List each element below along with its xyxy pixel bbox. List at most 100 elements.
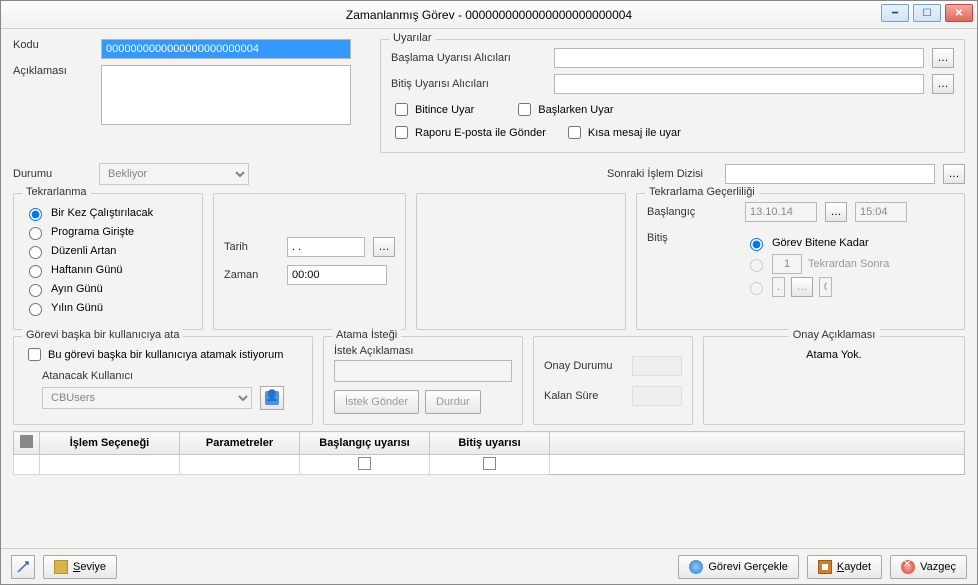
code-desc-panel: Kodu Açıklaması xyxy=(13,39,368,153)
zaman-label: Zaman xyxy=(224,269,279,281)
radio-gorev-bitene[interactable]: Görev Bitene Kadar xyxy=(745,235,954,251)
execute-icon xyxy=(689,560,703,574)
level-icon xyxy=(54,560,68,574)
baslama-picker-button[interactable]: … xyxy=(932,48,954,68)
atama-chk[interactable]: Bu görevi başka bir kullanıcıya atamak i… xyxy=(24,345,302,364)
durumu-label: Durumu xyxy=(13,168,91,180)
gecerlilik-legend: Tekrarlama Geçerliliği xyxy=(645,186,759,198)
onay-aciklama-text: Atama Yok. xyxy=(714,345,954,361)
radio-tekrardan-sonra[interactable]: Tekrardan Sonra xyxy=(745,254,954,274)
maximize-button[interactable]: ☐ xyxy=(913,4,941,22)
onay-aciklama-fieldset: Onay Açıklaması Atama Yok. xyxy=(703,336,965,425)
durdur-button[interactable]: Durdur xyxy=(425,390,481,414)
user-picker-button[interactable] xyxy=(260,386,284,410)
col-param[interactable]: Parametreler xyxy=(180,432,300,455)
kaydet-button[interactable]: Kaydet xyxy=(807,555,882,579)
close-icon: ✕ xyxy=(955,8,963,19)
save-icon xyxy=(818,560,832,574)
atama-fieldset: Görevi başka bir kullanıcıya ata Bu göre… xyxy=(13,336,313,425)
bitis-picker-button[interactable]: … xyxy=(932,74,954,94)
baslama-uyarisi-input[interactable] xyxy=(554,48,924,68)
tarih-input[interactable] xyxy=(287,237,365,257)
close-button[interactable]: ✕ xyxy=(945,4,973,22)
col-islem[interactable]: İşlem Seçeneği xyxy=(40,432,180,455)
footer-toolbar: SSeviyeeviye Görevi Gerçekle Kaydet Vazg… xyxy=(1,548,977,584)
gecerlilik-baslangic-time[interactable] xyxy=(855,202,907,222)
aciklama-label: Açıklaması xyxy=(13,65,93,77)
table-row[interactable] xyxy=(14,455,965,475)
radio-programa[interactable]: Programa Girişte xyxy=(24,224,192,240)
minimize-button[interactable]: ━ xyxy=(881,4,909,22)
cancel-icon xyxy=(901,560,915,574)
kalan-sure-value xyxy=(632,386,682,406)
gecerlilik-bitis-label: Bitiş xyxy=(647,232,737,244)
istek-aciklama-input[interactable] xyxy=(334,360,512,382)
bitis-date-input[interactable] xyxy=(772,277,785,297)
onay-durumu-label: Onay Durumu xyxy=(544,360,612,372)
tekrarlanma-fieldset: Tekrarlanma Bir Kez Çalıştırılacak Progr… xyxy=(13,193,203,330)
radio-bir-kez[interactable]: Bir Kez Çalıştırılacak xyxy=(24,205,192,221)
bitis-uyarisi-label: Bitiş Uyarısı Alıcıları xyxy=(391,78,546,90)
bitince-uyar-checkbox[interactable]: Bitince Uyar xyxy=(391,100,474,119)
atama-legend: Görevi başka bir kullanıcıya ata xyxy=(22,329,183,341)
tarih-picker-button[interactable]: … xyxy=(373,237,395,257)
tool-icon xyxy=(16,560,30,574)
istek-aciklama-label: İstek Açıklaması xyxy=(334,345,512,357)
user-icon xyxy=(265,391,279,405)
gecerlilik-baslangic-date[interactable] xyxy=(745,202,817,222)
tarih-label: Tarih xyxy=(224,241,279,253)
zaman-input[interactable] xyxy=(287,265,387,285)
kisa-mesaj-checkbox[interactable]: Kısa mesaj ile uyar xyxy=(564,123,681,142)
radio-yilin[interactable]: Yılın Günü xyxy=(24,300,192,316)
bitis-time-input[interactable] xyxy=(819,277,832,297)
kodu-input[interactable] xyxy=(101,39,351,59)
bitis-date-picker[interactable]: … xyxy=(791,277,813,297)
durumu-combo[interactable]: Bekliyor xyxy=(99,163,249,185)
raporu-eposta-checkbox[interactable]: Raporu E-posta ile Gönder xyxy=(391,123,546,142)
onay-aciklama-legend: Onay Açıklaması xyxy=(789,329,880,341)
blank-center-panel xyxy=(416,193,626,330)
kodu-label: Kodu xyxy=(13,39,93,51)
client-area: Kodu Açıklaması Uyarılar Başlama Uyarısı… xyxy=(1,29,977,548)
uyarilar-fieldset: Uyarılar Başlama Uyarısı Alıcıları … Bit… xyxy=(380,39,965,153)
baslarken-uyar-checkbox[interactable]: Başlarken Uyar xyxy=(514,100,613,119)
gorevi-gercekle-button[interactable]: Görevi Gerçekle xyxy=(678,555,798,579)
tekrardan-count-input[interactable] xyxy=(772,254,802,274)
seviye-button[interactable]: SSeviyeeviye xyxy=(43,555,117,579)
atanacak-label: Atanacak Kullanıcı xyxy=(42,370,302,382)
istek-legend: Atama İsteği xyxy=(332,329,401,341)
row-bitis-check[interactable] xyxy=(483,457,496,470)
istek-gonder-button[interactable]: İstek Gönder xyxy=(334,390,419,414)
onay-durumu-value xyxy=(632,356,682,376)
gecerlilik-baslangic-picker[interactable]: … xyxy=(825,202,847,222)
atanacak-combo[interactable]: CBUsers xyxy=(42,387,252,409)
onay-durumu-panel: Onay Durumu Kalan Süre xyxy=(533,336,693,425)
row-baslangic-check[interactable] xyxy=(358,457,371,470)
maximize-icon: ☐ xyxy=(923,8,932,19)
col-spacer xyxy=(550,432,965,455)
grid-select-all[interactable] xyxy=(14,432,40,455)
title-bar: Zamanlanmış Görev - 00000000000000000000… xyxy=(1,1,977,29)
col-baslangic[interactable]: Başlangıç uyarısı xyxy=(300,432,430,455)
radio-ayin[interactable]: Ayın Günü xyxy=(24,281,192,297)
sonraki-islem-input[interactable] xyxy=(725,164,935,184)
uyarilar-legend: Uyarılar xyxy=(389,32,436,44)
radio-haftanin[interactable]: Haftanın Günü xyxy=(24,262,192,278)
kalan-sure-label: Kalan Süre xyxy=(544,390,598,402)
istek-fieldset: Atama İsteği İstek Açıklaması İstek Gönd… xyxy=(323,336,523,425)
aciklama-textarea[interactable] xyxy=(101,65,351,125)
tasks-grid[interactable]: İşlem Seçeneği Parametreler Başlangıç uy… xyxy=(13,431,965,475)
grid-header-row: İşlem Seçeneği Parametreler Başlangıç uy… xyxy=(14,432,965,455)
window-title: Zamanlanmış Görev - 00000000000000000000… xyxy=(346,8,632,22)
window-controls: ━ ☐ ✕ xyxy=(881,4,973,22)
sonraki-islem-picker-button[interactable]: … xyxy=(943,164,965,184)
baslama-uyarisi-label: Başlama Uyarısı Alıcıları xyxy=(391,52,546,64)
vazgec-button[interactable]: Vazgeç xyxy=(890,555,967,579)
col-bitis[interactable]: Bitiş uyarısı xyxy=(430,432,550,455)
bitis-uyarisi-input[interactable] xyxy=(554,74,924,94)
footer-tool-button[interactable] xyxy=(11,555,35,579)
radio-bitis-tarih[interactable]: … xyxy=(745,277,954,297)
gecerlilik-fieldset: Tekrarlama Geçerliliği Başlangıç … Bitiş… xyxy=(636,193,965,330)
radio-duzenli[interactable]: Düzenli Artan xyxy=(24,243,192,259)
sonraki-islem-label: Sonraki İşlem Dizisi xyxy=(607,168,703,180)
